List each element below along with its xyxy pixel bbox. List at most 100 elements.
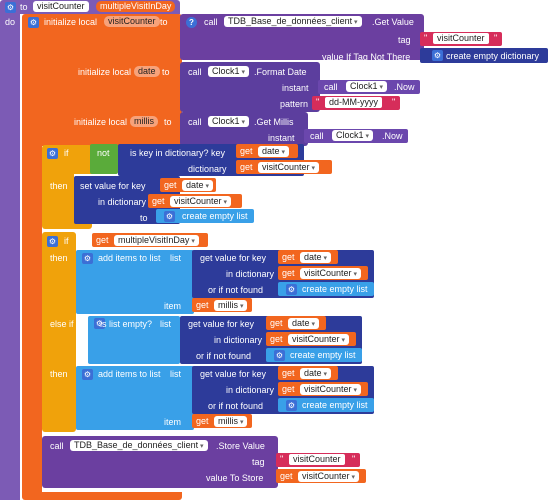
gear-icon[interactable]: ⚙ <box>5 2 16 13</box>
init-label: initialize local <box>74 117 128 127</box>
call-label: call <box>188 67 202 77</box>
variable-dropdown[interactable]: date <box>300 368 331 379</box>
proc-do-label: do <box>5 17 16 27</box>
not-label: not <box>97 148 110 158</box>
then-label: then <box>50 253 68 263</box>
quote-close: " <box>392 97 396 107</box>
procedure-name-field[interactable]: visitCounter <box>33 1 89 12</box>
quote-open: " <box>280 454 284 464</box>
quote-close: " <box>494 33 498 43</box>
list-label: list <box>160 319 171 329</box>
quote-close: " <box>352 454 356 464</box>
now-method-label: .Now <box>382 131 403 141</box>
get-label: get <box>240 162 253 172</box>
if-label: if <box>64 236 69 246</box>
gear-icon[interactable]: ⚙ <box>82 369 93 380</box>
tag-text-field[interactable]: visitCounter <box>433 33 489 44</box>
gear-icon[interactable]: ⚙ <box>432 50 443 61</box>
method-label: .Get Value <box>372 17 414 27</box>
empty-list-label: create empty list <box>182 211 248 221</box>
get-label: get <box>240 146 253 156</box>
variable-dropdown[interactable]: visitCounter <box>258 162 319 173</box>
now-method-label: .Now <box>394 82 415 92</box>
get-label: get <box>96 235 109 245</box>
tag-label: tag <box>398 35 411 45</box>
call-label: call <box>50 441 64 451</box>
gear-icon[interactable]: ⚙ <box>274 350 285 361</box>
then-label: then <box>50 181 68 191</box>
get-label: get <box>270 334 283 344</box>
component-dropdown[interactable]: Clock1 <box>208 116 249 127</box>
init-label: initialize local <box>78 67 132 77</box>
variable-dropdown[interactable]: date <box>258 146 289 157</box>
or-if-not-found-label: or if not found <box>208 401 264 411</box>
quote-open: " <box>316 97 320 107</box>
variable-dropdown[interactable]: visitCounter <box>300 268 361 279</box>
get-label: get <box>280 471 293 481</box>
component-dropdown[interactable]: Clock1 <box>346 81 387 92</box>
empty-list-label: create empty list <box>302 284 368 294</box>
item-label: item <box>164 301 182 311</box>
init-to-label: to <box>162 67 170 77</box>
tag-label: tag <box>252 457 265 467</box>
variable-dropdown[interactable]: date <box>288 318 319 329</box>
variable-dropdown[interactable]: visitCounter <box>170 196 231 207</box>
is-list-empty-label: is list empty? <box>100 319 153 329</box>
in-dictionary-label: in dictionary <box>226 385 275 395</box>
method-label: .Format Date <box>254 67 307 77</box>
quote-open: " <box>424 33 428 43</box>
instant-label: instant <box>282 83 309 93</box>
get-label: get <box>152 196 165 206</box>
help-icon[interactable]: ? <box>186 17 197 28</box>
get-label: get <box>196 300 209 310</box>
or-if-not-found-label: or if not found <box>196 351 252 361</box>
variable-dropdown[interactable]: millis <box>214 416 248 427</box>
variable-dropdown[interactable]: visitCounter <box>300 384 361 395</box>
component-dropdown[interactable]: TDB_Base_de_données_client <box>70 440 208 451</box>
call-label: call <box>310 131 324 141</box>
is-key-label: is key in dictionary? key <box>130 148 226 158</box>
in-dictionary-label: in dictionary <box>98 197 147 207</box>
gear-icon[interactable]: ⚙ <box>47 148 58 159</box>
variable-dropdown[interactable]: millis <box>214 300 248 311</box>
variable-dropdown[interactable]: date <box>300 252 331 263</box>
get-label: get <box>282 368 295 378</box>
pattern-text-field[interactable]: dd-MM-yyyy <box>325 97 382 108</box>
method-label: .Get Millis <box>254 117 294 127</box>
get-label: get <box>270 318 283 328</box>
list-label: list <box>170 253 181 263</box>
variable-dropdown[interactable]: date <box>182 180 213 191</box>
value-if-tag-not-there-label: value If Tag Not There <box>322 52 411 62</box>
component-dropdown[interactable]: TDB_Base_de_données_client <box>224 16 362 27</box>
tag-text-field[interactable]: visitCounter <box>289 454 345 465</box>
value-to-store-label: value To Store <box>206 473 264 483</box>
call-label: call <box>188 117 202 127</box>
in-dictionary-label: in dictionary <box>226 269 275 279</box>
variable-dropdown[interactable]: visitCounter <box>298 471 359 482</box>
in-dictionary-label: in dictionary <box>214 335 263 345</box>
gear-icon[interactable]: ⚙ <box>286 400 297 411</box>
else-if-label: else if <box>50 319 74 329</box>
get-label: get <box>282 384 295 394</box>
gear-icon[interactable]: ⚙ <box>82 253 93 264</box>
local-var-millis[interactable]: millis <box>130 116 158 127</box>
procedure-param[interactable]: multipleVisitInDay <box>96 1 176 12</box>
get-value-label: get value for key <box>200 369 267 379</box>
gear-icon[interactable]: ⚙ <box>28 17 39 28</box>
local-var-date[interactable]: date <box>134 66 160 77</box>
gear-icon[interactable]: ⚙ <box>47 236 58 247</box>
empty-dict-label: create empty dictionary <box>446 51 540 61</box>
component-dropdown[interactable]: Clock1 <box>208 66 249 77</box>
gear-icon[interactable]: ⚙ <box>286 284 297 295</box>
get-label: get <box>196 416 209 426</box>
component-dropdown[interactable]: Clock1 <box>332 130 373 141</box>
method-label: .Store Value <box>216 441 265 451</box>
proc-to-label: to <box>20 2 28 12</box>
to-label: to <box>140 213 148 223</box>
get-value-label: get value for key <box>200 253 267 263</box>
local-var-visitCounter[interactable]: visitCounter <box>104 16 160 27</box>
call-label: call <box>204 17 218 27</box>
gear-icon[interactable]: ⚙ <box>164 211 175 222</box>
variable-dropdown[interactable]: multipleVisitInDay <box>114 235 199 246</box>
variable-dropdown[interactable]: visitCounter <box>288 334 349 345</box>
